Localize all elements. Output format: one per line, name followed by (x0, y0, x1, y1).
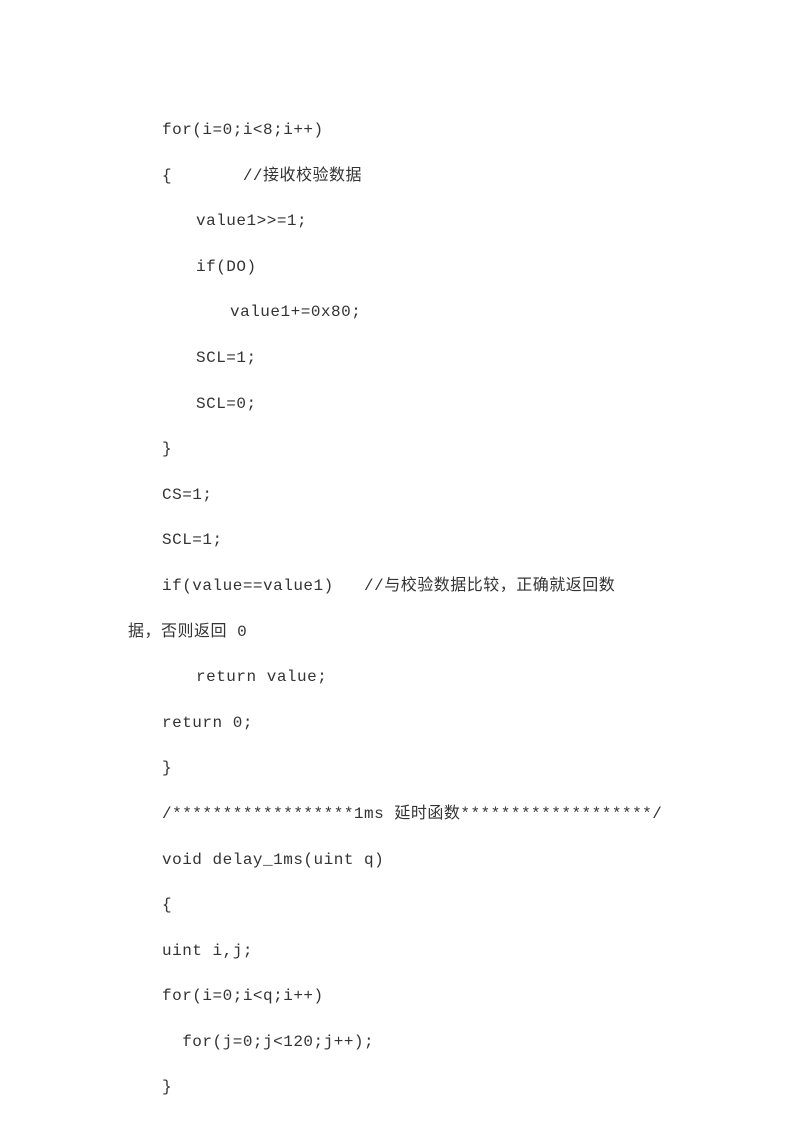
code-line: if(value==value1) //与校验数据比较，正确就返回数 (128, 564, 674, 610)
code-line-wrap: 据，否则返回 0 (128, 610, 674, 656)
code-line: /******************1ms 延时函数*************… (128, 792, 674, 838)
code-line: for(j=0;j<120;j++); (128, 1020, 674, 1066)
code-line: } (128, 427, 674, 473)
code-line: { (128, 883, 674, 929)
code-line: if(DO) (128, 245, 674, 291)
code-line: for(i=0;i<8;i++) (128, 108, 674, 154)
code-line: SCL=1; (128, 336, 674, 382)
code-line: } (128, 1065, 674, 1111)
code-line: value1+=0x80; (128, 290, 674, 336)
code-line: SCL=1; (128, 518, 674, 564)
code-line: SCL=0; (128, 382, 674, 428)
code-line: uint i,j; (128, 929, 674, 975)
code-line: return 0; (128, 701, 674, 747)
code-line: return value; (128, 655, 674, 701)
code-line: } (128, 746, 674, 792)
code-line: void delay_1ms(uint q) (128, 838, 674, 884)
code-line: value1>>=1; (128, 199, 674, 245)
code-line: { //接收校验数据 (128, 154, 674, 200)
code-line: CS=1; (128, 473, 674, 519)
code-line: for(i=0;i<q;i++) (128, 974, 674, 1020)
